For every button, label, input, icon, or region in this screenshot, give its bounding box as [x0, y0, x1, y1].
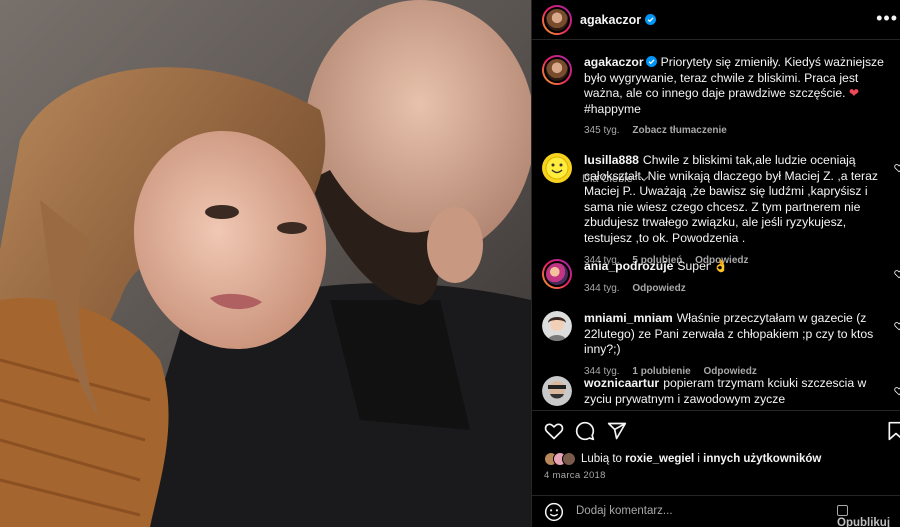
comment-time[interactable]: 344 tyg. — [584, 283, 620, 294]
bookmark-icon[interactable] — [886, 421, 900, 441]
post-header: agakaczor ••• — [532, 0, 900, 40]
commenter-avatar[interactable] — [542, 259, 572, 289]
likes-prefix: Lubią to — [581, 453, 622, 465]
caption-time[interactable]: 345 tyg. — [584, 125, 620, 136]
post-actions-bar — [532, 410, 900, 448]
comment-username[interactable]: woznicaartur — [584, 376, 659, 390]
reply-button[interactable]: Odpowiedz — [632, 283, 685, 294]
verified-badge-icon — [645, 14, 657, 25]
post-image — [0, 0, 531, 527]
post-caption: agakaczor Priorytety się zmieniły. Kiedyś… — [542, 55, 900, 139]
likes-summary[interactable]: Lubią to roxie_wegiel i innych użytkowni… — [544, 452, 821, 466]
share-paper-plane-icon[interactable] — [607, 421, 627, 441]
comment-item: lusilla888 Chwile z bliskimi tak,ale ludz… — [542, 153, 900, 268]
heart-outline-icon[interactable] — [894, 386, 900, 396]
comment-username[interactable]: lusilla888 — [584, 153, 639, 167]
liker-avatar — [562, 452, 576, 466]
emoji-icon — [837, 505, 848, 516]
comment-text: Super 👌 — [677, 259, 729, 273]
commenter-avatar[interactable] — [542, 311, 572, 341]
verified-badge-icon — [645, 56, 657, 67]
liker-username[interactable]: roxie_wegiel — [625, 453, 694, 465]
heart-outline-icon[interactable] — [894, 163, 900, 173]
comment-item: woznicaartur popieram trzymam kciuki szcz… — [542, 376, 900, 407]
likes-middle: i — [697, 453, 700, 465]
caption-hashtag[interactable]: #happyme — [584, 102, 641, 116]
author-username[interactable]: agakaczor — [580, 13, 641, 27]
post-details-panel: agakaczor ••• agakaczor Priorytety się zm… — [531, 0, 900, 527]
comment-bubble-icon[interactable] — [575, 421, 595, 441]
author-avatar[interactable] — [542, 4, 572, 35]
commenter-avatar[interactable] — [542, 376, 572, 406]
caption-author-avatar[interactable] — [542, 55, 572, 85]
heart-outline-icon[interactable] — [894, 321, 900, 331]
comment-username[interactable]: ania_podrozuje — [584, 259, 673, 273]
caption-username[interactable]: agakaczor — [584, 55, 644, 69]
like-heart-icon[interactable] — [544, 421, 564, 441]
comment-item: ania_podrozuje Super 👌 344 tyg. Odpowiedz — [542, 259, 900, 296]
emoji-picker-icon[interactable] — [544, 502, 564, 522]
post-date[interactable]: 4 marca 2018 — [544, 470, 606, 481]
comments-list: agakaczor Priorytety się zmieniły. Kiedyś… — [532, 41, 900, 409]
red-heart-emoji: ❤ — [848, 86, 860, 101]
add-comment-bar: Dodaj komentarz... Opublikuj — [532, 495, 900, 527]
add-comment-input[interactable]: Dodaj komentarz... — [576, 505, 673, 517]
see-translation-link[interactable]: Zobacz tłumaczenie — [632, 125, 726, 136]
comment-item: mniami_mniam Właśnie przeczytałam w gazec… — [542, 311, 900, 379]
likes-text: Lubią to roxie_wegiel i innych użytkowni… — [581, 453, 821, 465]
smiley-avatar-icon — [545, 156, 569, 180]
more-options-icon[interactable]: ••• — [876, 8, 898, 29]
comment-username[interactable]: mniami_mniam — [584, 311, 673, 325]
commenter-avatar[interactable] — [542, 153, 572, 183]
publish-button[interactable]: Opublikuj — [837, 505, 900, 527]
post-photo[interactable] — [0, 0, 531, 527]
heart-outline-icon[interactable] — [894, 269, 900, 279]
other-likers-link[interactable]: innych użytkowników — [703, 453, 821, 465]
commenter-avatar-image — [542, 311, 572, 341]
commenter-avatar-image — [542, 376, 572, 406]
